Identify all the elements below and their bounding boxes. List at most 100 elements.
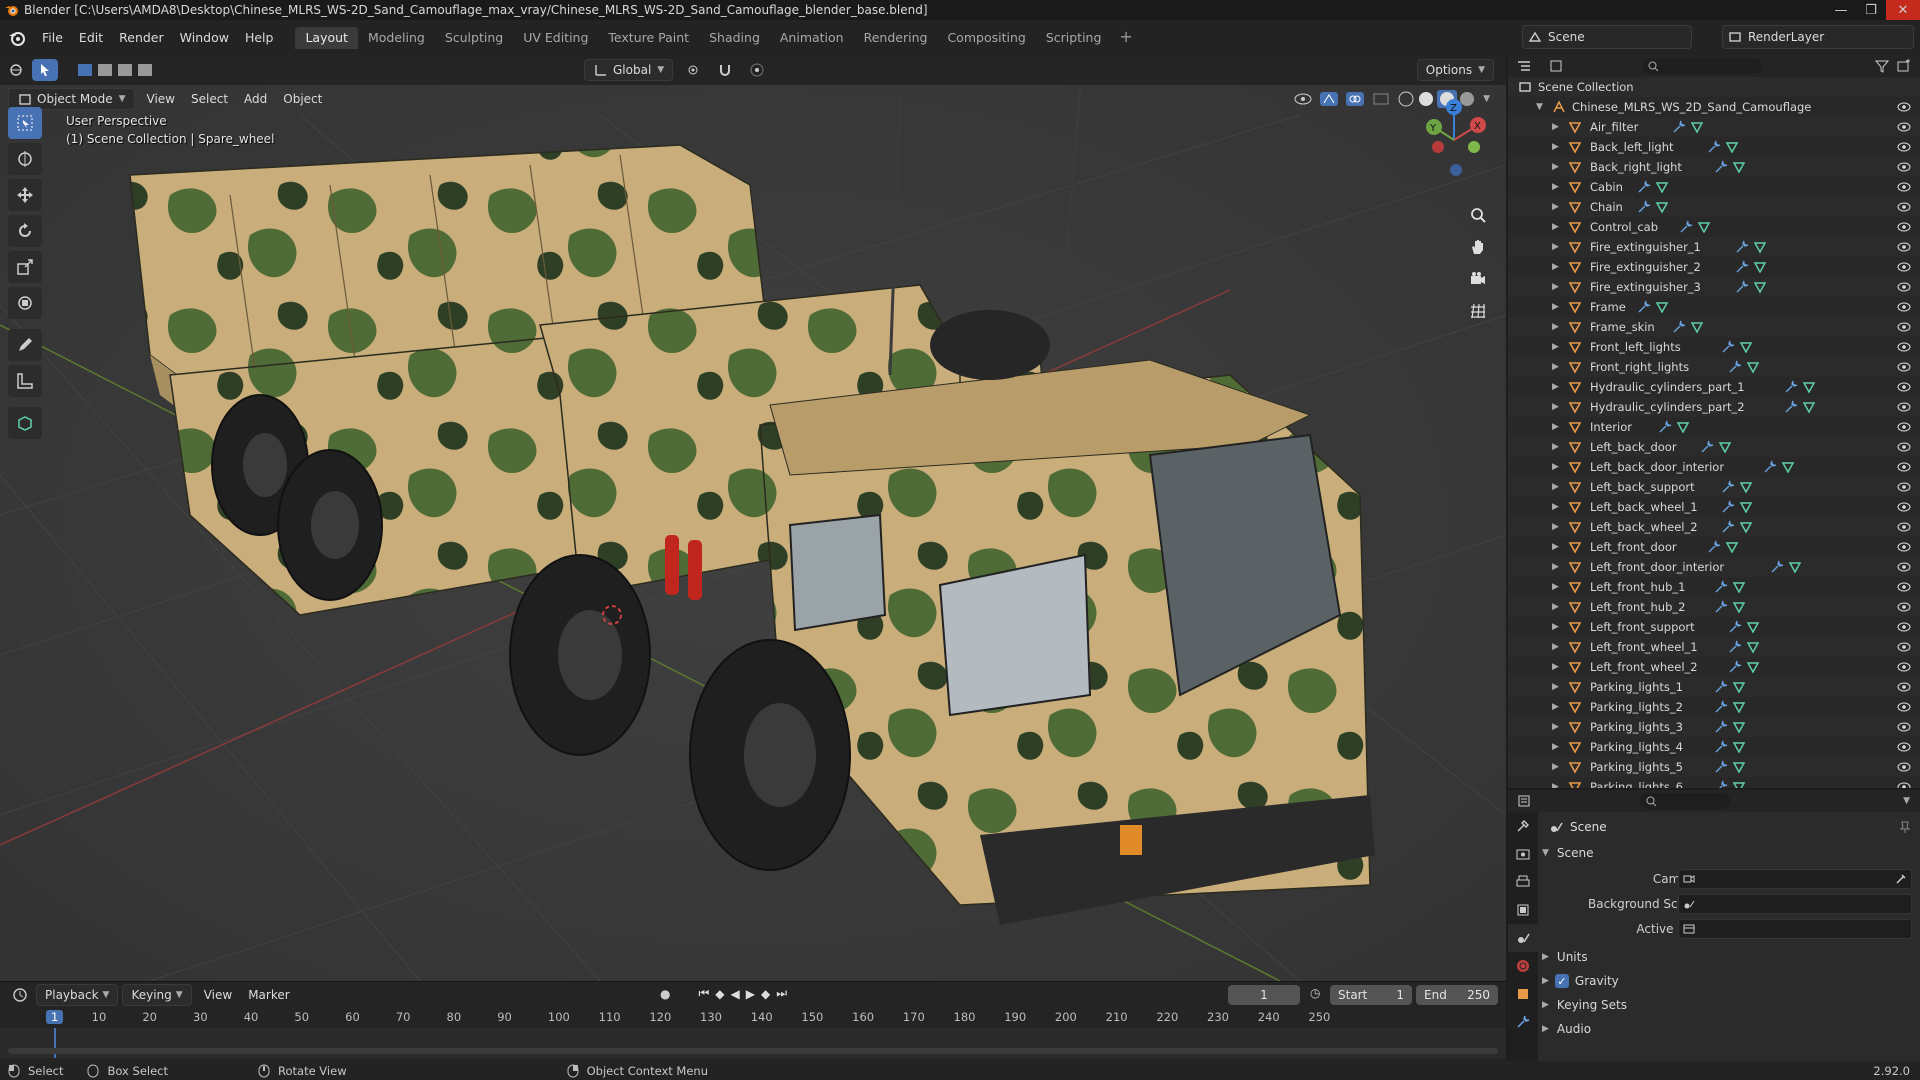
mesh-data-icon[interactable] bbox=[1690, 120, 1704, 134]
expand-arrow-icon[interactable]: ▶ bbox=[1552, 497, 1559, 517]
ortho-toggle-button[interactable] bbox=[1464, 297, 1492, 325]
eye-icon[interactable] bbox=[1896, 239, 1912, 255]
eye-icon[interactable] bbox=[1896, 539, 1912, 555]
expand-arrow-icon[interactable]: ▶ bbox=[1552, 557, 1559, 577]
modifier-wrench-icon[interactable] bbox=[1721, 520, 1735, 534]
outliner-row-object[interactable]: ▶ Left_back_door_interior bbox=[1508, 457, 1920, 477]
modifier-wrench-icon[interactable] bbox=[1735, 240, 1749, 254]
eye-icon[interactable] bbox=[1896, 199, 1912, 215]
expand-arrow-icon[interactable]: ▶ bbox=[1552, 317, 1559, 337]
outliner-editor-type[interactable] bbox=[1508, 55, 1540, 77]
outliner-row-object[interactable]: ▶ Hydraulic_cylinders_part_1 bbox=[1508, 377, 1920, 397]
expand-arrow-icon[interactable]: ▶ bbox=[1552, 177, 1559, 197]
menu-marker[interactable]: Marker bbox=[240, 984, 297, 1006]
add-workspace-button[interactable]: + bbox=[1111, 27, 1140, 49]
record-icon[interactable]: ● bbox=[660, 987, 670, 1001]
mesh-data-icon[interactable] bbox=[1781, 460, 1795, 474]
outliner-row-object[interactable]: ▶ Cabin bbox=[1508, 177, 1920, 197]
mesh-data-icon[interactable] bbox=[1697, 220, 1711, 234]
outliner-row-object[interactable]: ▶ Left_back_wheel_1 bbox=[1508, 497, 1920, 517]
axis-gizmo[interactable]: Z X Y bbox=[1414, 95, 1494, 195]
mesh-data-icon[interactable] bbox=[1725, 140, 1739, 154]
eye-icon[interactable] bbox=[1896, 339, 1912, 355]
mesh-data-icon[interactable] bbox=[1655, 300, 1669, 314]
eye-icon[interactable] bbox=[1896, 579, 1912, 595]
menu-playback[interactable]: Playback ▼ bbox=[36, 984, 119, 1006]
mesh-data-icon[interactable] bbox=[1746, 660, 1760, 674]
blender-menu-logo[interactable] bbox=[0, 29, 34, 47]
tab-scripting[interactable]: Scripting bbox=[1036, 27, 1112, 49]
outliner-row-object[interactable]: ▶ Parking_lights_1 bbox=[1508, 677, 1920, 697]
scale-tool[interactable] bbox=[8, 251, 42, 283]
modifier-wrench-icon[interactable] bbox=[1714, 740, 1728, 754]
cursor-tool[interactable] bbox=[8, 143, 42, 175]
measure-tool[interactable] bbox=[8, 365, 42, 397]
modifier-wrench-icon[interactable] bbox=[1784, 380, 1798, 394]
mesh-data-icon[interactable] bbox=[1655, 200, 1669, 214]
expand-arrow-icon[interactable]: ▶ bbox=[1552, 137, 1559, 157]
modifier-wrench-icon[interactable] bbox=[1763, 460, 1777, 474]
next-keyframe-icon[interactable]: ◆ bbox=[761, 987, 770, 1001]
eye-icon[interactable] bbox=[1896, 499, 1912, 515]
annotate-tool[interactable] bbox=[8, 329, 42, 361]
expand-arrow-icon[interactable]: ▶ bbox=[1552, 577, 1559, 597]
eye-icon[interactable] bbox=[1896, 99, 1912, 115]
mesh-data-icon[interactable] bbox=[1690, 320, 1704, 334]
gravity-panel-header[interactable]: ▶ ✓ Gravity bbox=[1542, 970, 1619, 992]
expand-arrow-icon[interactable]: ▶ bbox=[1552, 117, 1559, 137]
eye-icon[interactable] bbox=[1896, 739, 1912, 755]
outliner-row-object[interactable]: ▶ Parking_lights_6 bbox=[1508, 777, 1920, 788]
transform-orientation-dropdown[interactable]: Global ▼ bbox=[584, 59, 674, 81]
eye-icon[interactable] bbox=[1896, 619, 1912, 635]
zoom-button[interactable] bbox=[1464, 201, 1492, 229]
eye-icon[interactable] bbox=[1896, 179, 1912, 195]
outliner-row-object[interactable]: ▶ Left_front_support bbox=[1508, 617, 1920, 637]
mesh-data-icon[interactable] bbox=[1753, 260, 1767, 274]
viewport-scene[interactable] bbox=[0, 55, 1506, 981]
eye-icon[interactable] bbox=[1896, 139, 1912, 155]
modifier-wrench-icon[interactable] bbox=[1658, 420, 1672, 434]
minimize-button[interactable]: — bbox=[1826, 0, 1856, 20]
outliner-row-object[interactable]: ▶ Hydraulic_cylinders_part_2 bbox=[1508, 397, 1920, 417]
mesh-data-icon[interactable] bbox=[1732, 700, 1746, 714]
mesh-data-icon[interactable] bbox=[1739, 500, 1753, 514]
properties-editor-type[interactable] bbox=[1508, 790, 1540, 812]
modifier-wrench-icon[interactable] bbox=[1637, 300, 1651, 314]
modifier-wrench-icon[interactable] bbox=[1728, 640, 1742, 654]
mesh-data-icon[interactable] bbox=[1732, 760, 1746, 774]
modifier-wrench-icon[interactable] bbox=[1721, 340, 1735, 354]
outliner-row-object[interactable]: ▶ Left_front_hub_1 bbox=[1508, 577, 1920, 597]
gizmo-toggle-icon[interactable] bbox=[1319, 91, 1339, 107]
pin-icon[interactable] bbox=[1898, 820, 1912, 834]
expand-arrow-icon[interactable]: ▶ bbox=[1552, 337, 1559, 357]
tab-modeling[interactable]: Modeling bbox=[358, 27, 435, 49]
outliner-row-object[interactable]: ▶ Chain bbox=[1508, 197, 1920, 217]
gravity-checkbox[interactable]: ✓ bbox=[1554, 974, 1569, 988]
expand-arrow-icon[interactable]: ▶ bbox=[1552, 277, 1559, 297]
mesh-data-icon[interactable] bbox=[1739, 520, 1753, 534]
tab-scene[interactable] bbox=[1508, 924, 1538, 952]
mesh-data-icon[interactable] bbox=[1732, 680, 1746, 694]
modifier-wrench-icon[interactable] bbox=[1679, 220, 1693, 234]
tab-object[interactable] bbox=[1508, 980, 1538, 1008]
tab-tool[interactable] bbox=[1508, 812, 1538, 840]
modifier-wrench-icon[interactable] bbox=[1721, 500, 1735, 514]
menu-help[interactable]: Help bbox=[237, 26, 282, 50]
expand-arrow-icon[interactable]: ▶ bbox=[1552, 197, 1559, 217]
active-clip-field[interactable] bbox=[1678, 919, 1912, 939]
outliner-row-scene-collection[interactable]: Scene Collection bbox=[1508, 77, 1920, 97]
outliner-row-object[interactable]: ▶ Fire_extinguisher_1 bbox=[1508, 237, 1920, 257]
eye-icon[interactable] bbox=[1896, 259, 1912, 275]
tab-output[interactable] bbox=[1508, 868, 1538, 896]
modifier-wrench-icon[interactable] bbox=[1672, 120, 1686, 134]
filter-icon[interactable] bbox=[1874, 58, 1890, 74]
mesh-data-icon[interactable] bbox=[1746, 620, 1760, 634]
tab-rendering[interactable]: Rendering bbox=[854, 27, 938, 49]
scene-selector[interactable]: Scene bbox=[1522, 25, 1692, 49]
eyedropper-icon[interactable] bbox=[1895, 873, 1907, 885]
eye-icon[interactable] bbox=[1896, 679, 1912, 695]
outliner-search-input[interactable] bbox=[1642, 58, 1762, 74]
eye-icon[interactable] bbox=[1896, 279, 1912, 295]
expand-arrow-icon[interactable]: ▶ bbox=[1552, 717, 1559, 737]
outliner-row-object[interactable]: ▶ Left_front_wheel_1 bbox=[1508, 637, 1920, 657]
